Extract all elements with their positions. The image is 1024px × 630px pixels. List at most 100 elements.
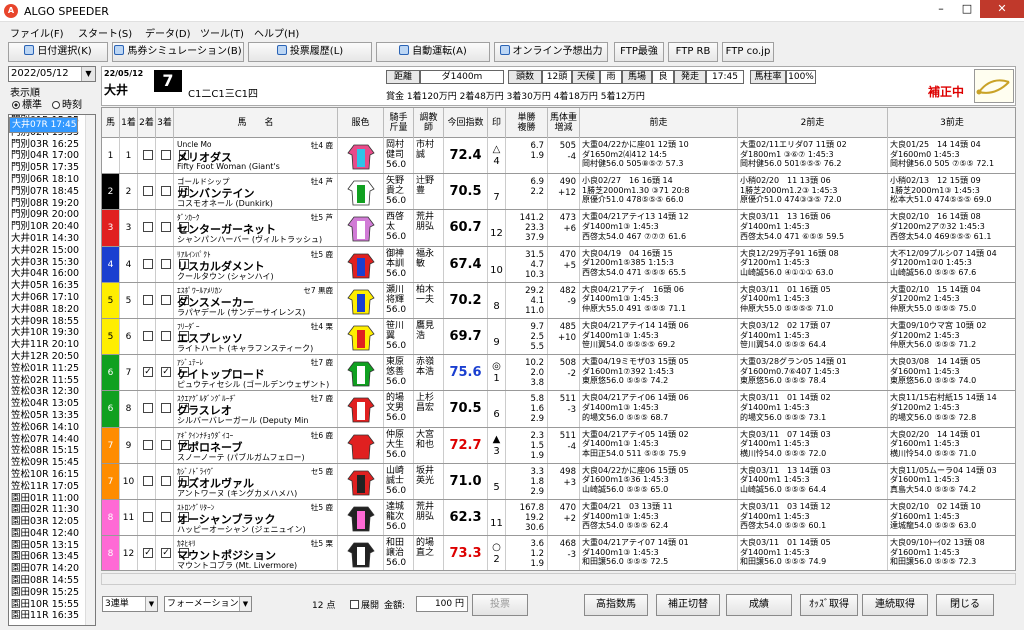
check-cell[interactable] xyxy=(156,282,174,318)
column-header[interactable]: 単勝 複勝 xyxy=(506,108,548,138)
continuous-get-button[interactable]: 連続取得 xyxy=(862,594,928,616)
check-cell[interactable]: ✓ xyxy=(156,536,174,570)
vote-history-button[interactable]: 投票履歴(L) xyxy=(248,42,372,62)
mark-cell[interactable]: 5 xyxy=(488,463,506,499)
check-cell[interactable] xyxy=(138,463,156,499)
horse-name-cell[interactable]: ゴールドシップ 牡4 芦ガンバンテイン コスモオネール (Dunkirk) xyxy=(174,174,338,210)
past-race-cell[interactable]: 大不12/09プルシ07 14頭 04 ダ1200m1②0 1:45:3 山崎誠56… xyxy=(888,247,1015,282)
table-row[interactable]: 6 8 ｽｸｴｱｸﾞﾙﾀﾞﾝｸﾞﾙｰﾁﾞ 牡7 鹿グラスレオ シルバーバレーガール (D… xyxy=(102,391,1015,428)
mark[interactable]: 10 xyxy=(488,247,505,277)
mark-cell[interactable]: 11 xyxy=(488,500,506,536)
check-c2[interactable] xyxy=(161,150,171,160)
column-header[interactable]: 馬 名 xyxy=(174,108,338,138)
race-list-item[interactable]: 園田08R 14:55 xyxy=(9,575,95,587)
past-race-cell[interactable]: 大重04/21 03 13頭 11 ダ1400m1③ 1:45:3 西啓太54.0 … xyxy=(580,500,738,536)
race-list-item[interactable]: 大井04R 16:00 xyxy=(9,268,95,280)
horizontal-scrollbar[interactable] xyxy=(101,573,1016,585)
race-list-item[interactable]: 笠松02R 11:55 xyxy=(9,375,95,387)
radio-time[interactable]: 時刻 xyxy=(52,96,82,111)
ftp-rb-button[interactable]: FTP RB xyxy=(668,42,718,62)
table-row[interactable]: 7 9 ✓ ｱｷﾞｸｲﾝﾅﾁｮｳﾀﾞｲｺｰ 牡6 鹿アポロネーブ スノーノーテ (パブルガ… xyxy=(102,427,1015,464)
check-c2[interactable] xyxy=(161,258,171,269)
column-header[interactable]: 印 xyxy=(488,108,506,138)
table-row[interactable]: 8 12 ✓ ✓ ｶﾈﾋｷﾘ 牡5 栗マウントポジション マウントコブラ (Mt. Live… xyxy=(102,536,1015,570)
menu-start[interactable]: スタート(S) xyxy=(78,25,132,40)
check-c1[interactable] xyxy=(143,331,153,341)
past-race-cell[interactable]: 小良02/27 16 16頭 14 1勝芝2000m1.30 ③71 20:8 原優… xyxy=(580,174,738,210)
past-race-cell[interactable]: 大良11/05ムーラ04 14頭 03 ダ1600m1 1:45:3 真島大54.0… xyxy=(888,464,1015,499)
check-c1[interactable]: ✓ xyxy=(143,367,153,378)
table-row[interactable]: 6 7 ✓ ✓ ｱｼﾞｭﾃｰﾚ 牡7 鹿ケイトップロード ピュウティセシル (ゴールデンウェ… xyxy=(102,355,1015,392)
mark[interactable]: 12 xyxy=(488,210,505,240)
past-race-cell[interactable]: 大重09/10ウマ宮 10頭 02 ダ1200m2 1:45:3 仲原大56.0 ⑤… xyxy=(888,319,1015,354)
column-header[interactable]: 服色 xyxy=(338,108,384,138)
past-race-cell[interactable]: 大良03/11 07 14頭 03 ダ1400m1 1:45:3 横川怜54.0 ⑤… xyxy=(738,427,888,463)
ftp-cojp-button[interactable]: FTP co.jp xyxy=(722,42,774,62)
past-race-cell[interactable]: 大良09/10ﾄｰｲ02 13頭 08 ダ1600m1 1:45:3 和田譲56.0… xyxy=(888,536,1015,570)
minimize-button[interactable]: – xyxy=(928,0,954,18)
horse-name-cell[interactable]: ｴｽﾎﾟﾜｰﾙｱﾒﾘｶﾝ セ7 黒鹿 ダンスメーカー ラパヤデール (サンデーサイレン… xyxy=(174,282,338,318)
past-race-cell[interactable]: 大良03/11 13 14頭 03 ダ1400m1 1:45:3 山崎誠56.0 ⑤… xyxy=(738,463,888,499)
past-race-cell[interactable]: 大良12/29万子91 16頭 08 ダ1200m1 1:45:3 山崎誠56.0 … xyxy=(738,246,888,282)
past-race-cell[interactable]: 大重03/28グラン05 14頭 01 ダ1600m0.7⑥407 1:45:3 東… xyxy=(738,355,888,391)
race-list-item[interactable]: 園田05R 13:15 xyxy=(9,540,95,552)
table-row[interactable]: 3 3 ﾀﾞﾝｶｰｸ 牡5 芦センターガーネット シャンパンハーバー (ヴィルトラッシュ… xyxy=(102,210,1015,247)
check-cell[interactable] xyxy=(138,500,156,536)
past-race-cell[interactable]: 大良03/12 02 17頭 07 ダ1400m1 1:45:3 笹川翼54.0 ⑤… xyxy=(738,319,888,355)
past-race-cell[interactable]: 大良03/11 03 14頭 12 ダ1400m1 1:45:3 西啓太54.0 ⑤… xyxy=(738,500,888,536)
race-list-item[interactable]: 大井05R 16:35 xyxy=(9,280,95,292)
race-list-item[interactable]: 笠松07R 14:40 xyxy=(9,434,95,446)
race-list-item[interactable]: 大井12R 20:50 xyxy=(9,351,95,363)
auto-run-button[interactable]: 自動運転(A) xyxy=(376,42,490,62)
check-c2[interactable] xyxy=(161,475,171,486)
past-race-cell[interactable]: 大重04/21アテイ07 14頭 01 ダ1400m1③ 1:45:3 和田譲56.… xyxy=(580,536,738,570)
race-list-item[interactable]: 笠松09R 15:45 xyxy=(9,457,95,469)
horse-name-cell[interactable]: ﾘｱﾙｲﾝﾊﾟｸﾄ 牡5 鹿リスカルダメント クールタウン (シャンハイ) xyxy=(174,246,338,282)
check-cell[interactable] xyxy=(138,391,156,427)
check-cell[interactable] xyxy=(138,138,156,174)
table-row[interactable]: 8 11 ｽﾄﾛﾝｸﾞﾘﾀｰﾝ 牡5 鹿オーシャンブラック ハッピーオーシャン (ジェニ… xyxy=(102,500,1015,537)
check-cell[interactable] xyxy=(156,246,174,282)
hosei-toggle-button[interactable]: 補正切替 xyxy=(656,594,720,616)
race-list-item[interactable]: 園田04R 12:40 xyxy=(9,528,95,540)
mark-cell[interactable]: 6 xyxy=(488,391,506,427)
horse-name-cell[interactable]: ｱｼﾞｭﾃｰﾚ 牡7 鹿ケイトップロード ピュウティセシル (ゴールデンウェザント) xyxy=(174,355,338,391)
past-race-cell[interactable]: 大重02/11エリダ07 11頭 02 ダ1800m1 ③⑥⑦ 1:45:3 岡村健… xyxy=(738,138,888,174)
check-c1[interactable] xyxy=(143,294,153,305)
past-race-cell[interactable]: 小稍02/13 12 15頭 09 1勝芝2000m1③ 1:45:3 松本大51.… xyxy=(888,174,1015,209)
past-race-cell[interactable]: 大良03/11 01 14頭 02 ダ1400m1 1:45:3 的場文56.0 ⑤… xyxy=(738,391,888,427)
race-list-item[interactable]: 大井08R 18:20 xyxy=(9,304,95,316)
mark-cell[interactable]: ○ 2 xyxy=(488,536,506,570)
horse-name-cell[interactable]: ｽｸｴｱｸﾞﾙﾀﾞﾝｸﾞﾙｰﾁﾞ 牡7 鹿グラスレオ シルバーバレーガール (Dep… xyxy=(174,391,338,427)
race-list-item[interactable]: 笠松01R 11:25 xyxy=(9,363,95,375)
check-cell[interactable]: ✓ xyxy=(156,355,174,391)
mark[interactable]: 11 xyxy=(488,500,505,530)
race-list-item[interactable]: 門別07R 18:45 xyxy=(9,186,95,198)
check-cell[interactable] xyxy=(156,138,174,174)
race-list-item[interactable]: 園田01R 11:00 xyxy=(9,493,95,505)
past-race-cell[interactable]: 大良04/21アテイ06 14頭 06 ダ1400m1③ 1:45:3 的場文56.… xyxy=(580,391,738,427)
check-cell[interactable] xyxy=(138,246,156,282)
past-race-cell[interactable]: 大良03/11 13 16頭 06 ダ1400m1 1:45:3 西啓太54.0 4… xyxy=(738,210,888,246)
past-race-cell[interactable]: 大良02/20 14 14頭 01 ダ1600m1 1:45:3 横川怜54.0 ⑤… xyxy=(888,428,1015,463)
check-c2[interactable] xyxy=(161,331,171,341)
race-list-item[interactable]: 笠松03R 12:30 xyxy=(9,386,95,398)
mark-cell[interactable]: 7 xyxy=(488,174,506,210)
column-header[interactable]: 3前走 xyxy=(888,108,1015,138)
mark[interactable]: 5 xyxy=(488,464,505,494)
close-window-button[interactable]: ✕ xyxy=(980,0,1024,18)
column-header[interactable]: 2前走 xyxy=(738,108,888,138)
check-c1[interactable] xyxy=(143,475,153,486)
mark-cell[interactable]: 9 xyxy=(488,319,506,355)
race-list-item[interactable]: 門別08R 19:20 xyxy=(9,198,95,210)
column-header[interactable]: 1着 xyxy=(120,108,138,138)
race-list-item[interactable]: 園田03R 12:05 xyxy=(9,516,95,528)
race-list-item[interactable]: 笠松05R 13:35 xyxy=(9,410,95,422)
check-cell[interactable] xyxy=(156,210,174,246)
mark[interactable]: 9 xyxy=(488,319,505,349)
past-race-cell[interactable]: 大良03/11 01 16頭 05 ダ1400m1 1:45:3 仲原大55.0 ⑤… xyxy=(738,282,888,318)
check-cell[interactable] xyxy=(156,319,174,355)
race-list-scrollbar[interactable] xyxy=(85,115,95,625)
race-list-item[interactable]: 門別06R 18:10 xyxy=(9,174,95,186)
menu-help[interactable]: ヘルプ(H) xyxy=(254,25,299,40)
